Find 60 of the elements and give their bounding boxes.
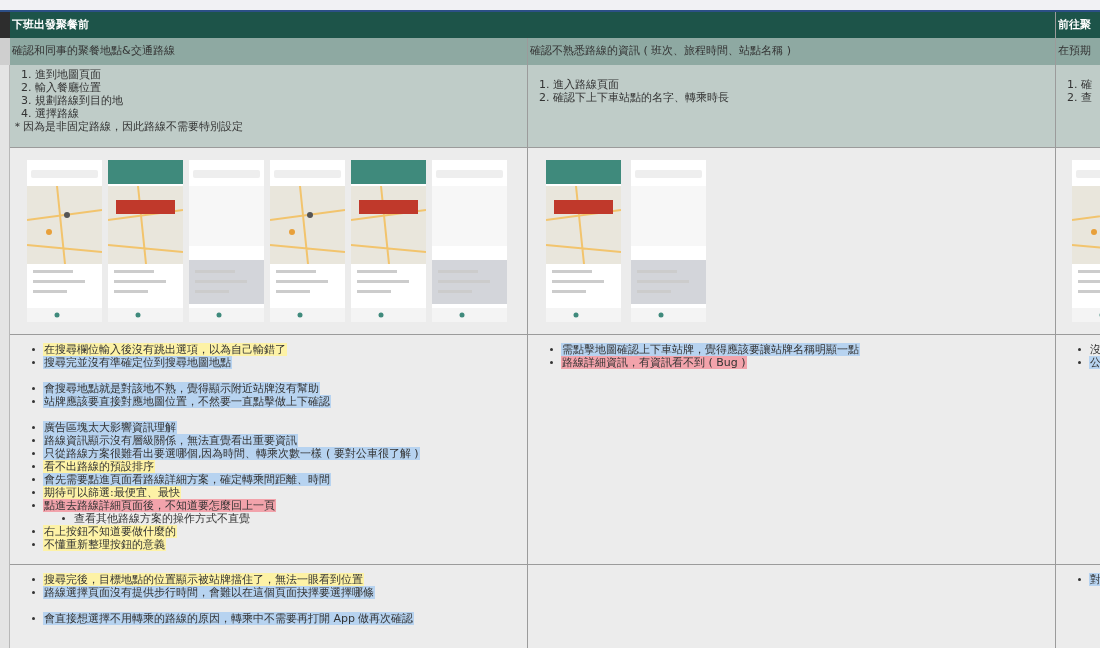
note-text: 需點擊地圖確認上下車站牌，覺得應該要讓站牌名稱明顯一點 — [561, 343, 860, 356]
goal-text: 確認和同事的聚餐地點&交通路線 — [12, 43, 175, 60]
note-text: 沒 — [1089, 343, 1100, 356]
note-text: 路線詳細資訊，有資訊看不到 ( Bug ) — [561, 356, 747, 369]
step-text: 2. 查 — [1066, 91, 1093, 104]
row-header-cell — [0, 38, 10, 65]
bullet-icon — [1078, 578, 1081, 581]
bullet-icon — [32, 465, 35, 468]
bullet-icon — [32, 361, 35, 364]
bullet-icon — [32, 504, 35, 507]
step-text: 1. 進入路線頁面 — [538, 78, 620, 91]
goal-text: 在預期 — [1058, 43, 1091, 60]
bullet-icon — [1078, 348, 1081, 351]
bullet-icon — [32, 348, 35, 351]
bullet-icon — [550, 361, 553, 364]
bullet-icon — [550, 348, 553, 351]
note-text: 搜尋完並沒有準確定位到搜尋地圖地點 — [43, 356, 232, 369]
step-text: 4. 選擇路線 — [20, 107, 80, 120]
step-text: 2. 輸入餐廳位置 — [20, 81, 102, 94]
bullet-icon — [32, 439, 35, 442]
bullet-icon — [32, 426, 35, 429]
section-title: 前往聚 — [1058, 16, 1091, 33]
bullet-icon — [32, 617, 35, 620]
section-title: 下班出發聚餐前 — [12, 16, 89, 33]
note-text: 點進去路線詳細頁面後，不知道要怎麼回上一頁 — [43, 499, 276, 512]
step-text: 3. 規劃路線到目的地 — [20, 94, 124, 107]
note-text: 站牌應該要直接對應地圖位置，不然要一直點擊做上下確認 — [43, 395, 331, 408]
note-text: 廣告區塊太大影響資訊理解 — [43, 421, 177, 434]
note-text: 只從路線方案很難看出要選哪個,因為時間、轉乘次數一樣 ( 要對公車很了解 ) — [43, 447, 420, 460]
bullet-icon — [32, 491, 35, 494]
note-text: 右上按鈕不知道要做什麼的 — [43, 525, 177, 538]
bullet-icon — [32, 387, 35, 390]
note-text: 路線資訊顯示沒有層級關係，無法直覺看出重要資訊 — [43, 434, 298, 447]
note-text: 期待可以篩選:最便宜、最快 — [43, 486, 181, 499]
note-text: 對 — [1089, 573, 1100, 586]
step-text: 1. 進到地圖頁面 — [20, 68, 102, 81]
note-text: 路線選擇頁面沒有提供步行時間，會難以在這個頁面抉擇要選擇哪條 — [43, 586, 375, 599]
bullet-icon — [32, 452, 35, 455]
bullet-icon — [32, 578, 35, 581]
note-text: 在搜尋欄位輸入後沒有跳出選項，以為自己輸錯了 — [43, 343, 287, 356]
bullet-icon — [1078, 361, 1081, 364]
step-text: 1. 確 — [1066, 78, 1093, 91]
bullet-icon — [32, 591, 35, 594]
row-header-cell — [0, 12, 10, 38]
bullet-icon — [32, 478, 35, 481]
step-text: 2. 確認下上下車站點的名字、轉乘時長 — [538, 91, 730, 104]
note-text: 搜尋完後，目標地點的位置顯示被站牌擋住了，無法一眼看到位置 — [43, 573, 364, 586]
bullet-icon — [62, 517, 65, 520]
note-text: 會搜尋地點就是對該地不熟，覺得顯示附近站牌沒有幫助 — [43, 382, 320, 395]
note-text: 看不出路線的預設排序 — [43, 460, 155, 473]
note-text: 不懂重新整理按鈕的意義 — [43, 538, 166, 551]
step-text: ＊因為是非固定路線，因此路線不需要特別設定 — [12, 120, 244, 133]
bullet-icon — [32, 400, 35, 403]
note-text: 查看其他路線方案的操作方式不直覺 — [73, 512, 251, 525]
bullet-icon — [32, 530, 35, 533]
bullet-icon — [32, 543, 35, 546]
note-text: 公 — [1089, 356, 1100, 369]
goal-text: 確認不熟悉路線的資訊 ( 班次、旅程時間、站點名稱 ) — [530, 43, 792, 60]
note-text: 會直接想選擇不用轉乘的路線的原因，轉乘中不需要再打開 App 做再次確認 — [43, 612, 415, 625]
note-text: 會先需要點進頁面看路線詳細方案，確定轉乘間距離、時間 — [43, 473, 331, 486]
